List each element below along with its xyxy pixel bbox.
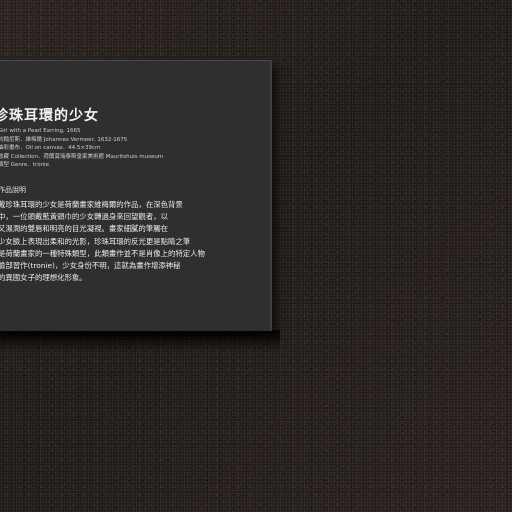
meta-line: Girl with a Pearl Earring, 1665 bbox=[0, 128, 81, 134]
artwork-meta: Girl with a Pearl Earring, 1665 約翰尼斯．維梅爾… bbox=[0, 127, 163, 170]
meta-line: 油彩畫布．Oil on canvas．44.5×39cm bbox=[0, 145, 101, 152]
artwork-description: 戴珍珠耳環的少女是荷蘭畫家維梅爾的作品，在深色背景 中，一位頭戴藍黃頭巾的少女轉… bbox=[0, 199, 246, 284]
description-line: 又濕潤的雙唇和明亮的目光凝視。畫家細膩的筆觸在 bbox=[0, 224, 168, 234]
artwork-title: 珍珠耳環的少女 bbox=[0, 108, 99, 124]
description-line: 中，一位頭戴藍黃頭巾的少女轉過身來回望觀者，以 bbox=[0, 212, 168, 222]
meta-line: 類型 Genre．tronie bbox=[0, 162, 49, 169]
meta-line: 收藏 Collection．荷蘭莫瑞泰斯皇家美術館 Mauritshuis mu… bbox=[0, 153, 164, 160]
description-line: 是荷蘭畫家的一種特殊類型，此類畫作並不是肖像上的特定人物 bbox=[0, 248, 205, 258]
description-line: 臉部習作(tronie)，少女身份不明，這就為畫作增添神秘 bbox=[0, 260, 181, 270]
description-line: 戴珍珠耳環的少女是荷蘭畫家維梅爾的作品，在深色背景 bbox=[0, 200, 183, 209]
museum-placard: 珍珠耳環的少女 Girl with a Pearl Earring, 1665 … bbox=[0, 60, 272, 331]
section-heading: 作品說明 bbox=[0, 186, 26, 194]
description-line: 的異國女子的理想化形象。 bbox=[0, 273, 87, 283]
meta-line: 約翰尼斯．維梅爾 Johannes Vermeer, 1632-1675 bbox=[0, 136, 128, 143]
description-line: 少女臉上表現出柔和的光影，珍珠耳環的反光更是點睛之筆 bbox=[0, 236, 191, 246]
placard-shadow bbox=[0, 330, 280, 352]
